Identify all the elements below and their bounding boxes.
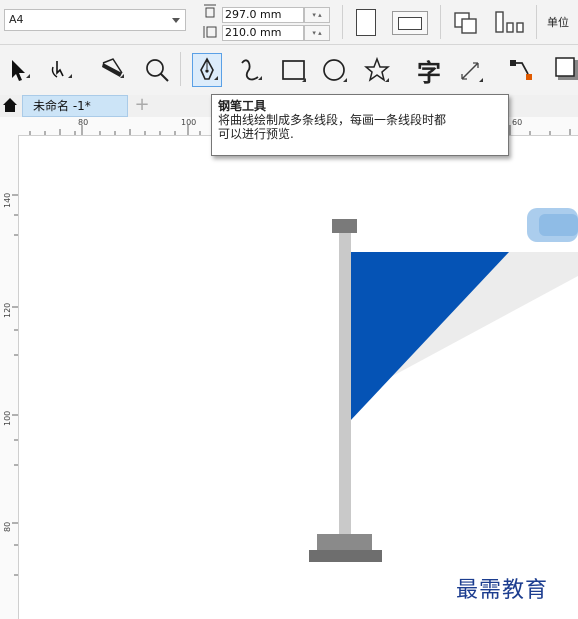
arrow-icon — [12, 60, 30, 81]
divider — [342, 5, 343, 39]
zoom-tool[interactable] — [142, 53, 172, 87]
pick-tool[interactable] — [4, 53, 34, 87]
width-stepper[interactable]: ▾ ▴ — [304, 25, 330, 41]
connector-icon — [510, 60, 532, 80]
connector-tool[interactable] — [506, 53, 536, 87]
flag-triangle — [350, 252, 509, 421]
ruler-label: 80 — [78, 118, 89, 127]
ruler-label: 120 — [3, 302, 12, 318]
ruler-label: 140 — [3, 192, 12, 208]
pen-tool[interactable] — [192, 53, 222, 87]
shape-tool[interactable] — [46, 53, 76, 87]
rectangle-icon — [282, 60, 306, 82]
current-page-icon[interactable] — [493, 10, 527, 36]
tooltip-line: 可以进行预览. — [218, 127, 294, 141]
text-tool[interactable]: 字 — [414, 53, 444, 87]
ruler-label: 100 — [3, 410, 12, 426]
document-tab-label: 未命名 -1* — [33, 99, 91, 113]
divider — [440, 5, 441, 39]
ellipse-icon — [323, 59, 347, 82]
ruler-label: 80 — [3, 521, 12, 532]
page-height-field[interactable]: 297.0 mm — [222, 7, 304, 23]
height-stepper[interactable]: ▾ ▴ — [304, 7, 330, 23]
magnifier-icon — [146, 59, 169, 82]
tab-document[interactable]: 未命名 -1* — [22, 95, 128, 117]
rectangle-tool[interactable] — [279, 53, 309, 87]
paper-size-select[interactable]: A4 — [4, 9, 186, 31]
add-tab-button[interactable]: + — [132, 96, 152, 116]
divider — [180, 52, 181, 86]
ellipse-tool[interactable] — [320, 53, 350, 87]
flag-drawing — [309, 208, 578, 562]
all-pages-icon[interactable] — [452, 10, 482, 36]
page-width-field[interactable]: 210.0 mm — [222, 25, 304, 41]
bspline-tool[interactable] — [236, 53, 266, 87]
dimension-tool[interactable] — [456, 53, 486, 87]
pole-base-upper — [317, 534, 372, 550]
polygon-tool[interactable] — [362, 53, 392, 87]
tooltip-title: 钢笔工具 — [218, 99, 267, 113]
portrait-orientation-button[interactable] — [356, 9, 376, 36]
crop-tool[interactable] — [98, 53, 128, 87]
ruler-label: 100 — [181, 118, 197, 127]
page-height-icon — [204, 4, 216, 18]
tooltip-line: 将曲线绘制成多条线段，每画一条线段时都 — [218, 113, 447, 127]
page-width-icon — [203, 26, 217, 38]
landscape-orientation-button[interactable] — [392, 11, 428, 35]
star-icon — [364, 57, 390, 82]
curve-icon — [241, 59, 262, 81]
shadow-tool[interactable] — [552, 53, 578, 87]
divider — [536, 5, 537, 39]
dimension-icon — [461, 62, 483, 82]
ruler-label: 60 — [512, 118, 523, 127]
pen-tool-tooltip: 钢笔工具 将曲线绘制成多条线段，每画一条线段时都 可以进行预览. — [211, 94, 509, 156]
pole-base-lower — [309, 550, 382, 562]
pen-nib-icon — [200, 57, 218, 80]
blurred-object — [527, 208, 578, 242]
pole-top-cap — [332, 219, 357, 233]
knife-icon — [102, 58, 124, 78]
units-label: 单位 — [547, 16, 569, 29]
node-icon — [51, 61, 72, 78]
home-icon[interactable] — [2, 97, 18, 113]
shadow-icon — [555, 57, 578, 80]
text-char-icon: 字 — [417, 58, 441, 87]
paper-size-value: A4 — [9, 13, 24, 26]
watermark: 最需教育 — [456, 578, 549, 603]
chevron-down-icon[interactable] — [172, 18, 180, 23]
flagpole — [339, 232, 351, 537]
